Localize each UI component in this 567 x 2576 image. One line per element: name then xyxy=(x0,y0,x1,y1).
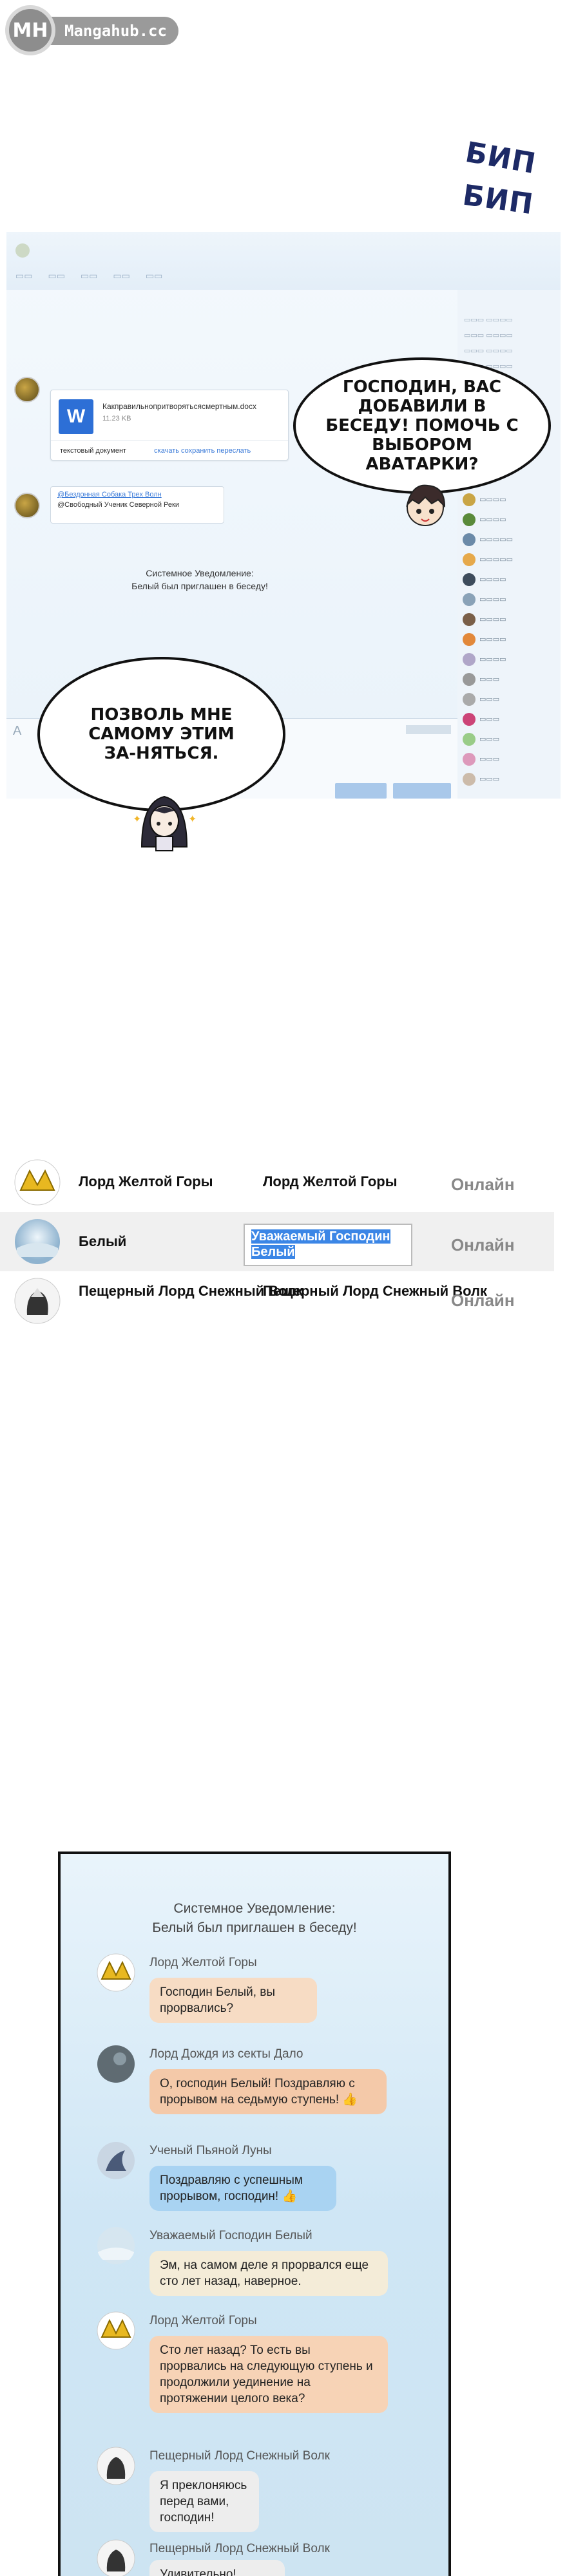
site-name: Mangahub.cc xyxy=(41,17,178,45)
contact-row[interactable]: Белый Уважаемый Господин Белый Онлайн xyxy=(0,1212,554,1271)
sidebar-member: ▭▭▭▭ xyxy=(457,509,561,529)
mention-link[interactable]: @Бездонная Собака Трех Волн xyxy=(57,491,217,498)
file-type: текстовый документ xyxy=(60,447,127,455)
sidebar-member: ▭▭▭▭ xyxy=(457,589,561,609)
file-footer: текстовый документ скачать сохранить пер… xyxy=(51,440,288,460)
sender-avatar xyxy=(14,377,40,402)
message-bubble: Я преклоняюсь перед вами, господин! xyxy=(149,2471,259,2532)
message-author: Лорд Желтой Горы xyxy=(149,1956,257,1969)
sidebar-file: ▭▭▭ ▭▭▭▭ xyxy=(464,347,513,355)
chibi-white-icon: ✦ ✦ xyxy=(133,795,197,851)
system-notice-title: Системное Уведомление: xyxy=(146,568,254,578)
rain-lord-avatar-icon xyxy=(97,2045,135,2083)
system-notice-text: Белый был приглашен в беседу! xyxy=(152,1920,357,1935)
contact-name: Белый xyxy=(79,1233,127,1249)
message-author: Уважаемый Господин Белый xyxy=(149,2229,312,2242)
sidebar-member: ▭▭▭ xyxy=(457,729,561,749)
tab-blurred: ▭▭ xyxy=(113,270,130,281)
sidebar-member: ▭▭▭▭ xyxy=(457,649,561,669)
sidebar-member: ▭▭▭ xyxy=(457,689,561,709)
sidebar-member: ▭▭▭▭ xyxy=(457,489,561,509)
speech-bubble-right: ГОСПОДИН, ВАС ДОБАВИЛИ В БЕСЕДУ! ПОМОЧЬ … xyxy=(293,357,551,494)
contact-avatar-icon xyxy=(15,1219,60,1264)
message-author: Лорд Дождя из секты Дало xyxy=(149,2047,303,2061)
contact-status: Онлайн xyxy=(451,1175,515,1194)
yellow-mountain-avatar-icon xyxy=(97,2311,135,2350)
sidebar-file: ▭▭▭ ▭▭▭▭ xyxy=(464,316,513,324)
tab-blurred: ▭▭ xyxy=(80,270,98,281)
contact-status: Онлайн xyxy=(451,1235,515,1255)
contact-avatar-icon xyxy=(14,1159,61,1206)
tab-blurred: ▭▭ xyxy=(145,270,163,281)
message-bubble: Сто лет назад? То есть вы прорвались на … xyxy=(149,2336,388,2413)
window-logo-icon xyxy=(15,243,30,258)
file-name: Какправильнопритворятьсясмертным.docx xyxy=(102,402,256,411)
svg-text:✦: ✦ xyxy=(133,813,141,825)
chibi-helper-icon xyxy=(406,484,446,526)
file-actions[interactable]: скачать сохранить переслать xyxy=(154,447,251,455)
yellow-mountain-avatar-icon xyxy=(97,1953,135,1992)
watermark: MH Mangahub.cc xyxy=(5,5,218,55)
sidebar-member: ▭▭▭▭ xyxy=(457,569,561,589)
file-message[interactable]: W Какправильнопритворятьсясмертным.docx … xyxy=(50,390,289,460)
contact-avatar-icon xyxy=(14,1278,61,1324)
message-author: Ученый Пьяной Луны xyxy=(149,2144,272,2157)
beep-sfx-1: БИП xyxy=(463,135,539,181)
message-author: Пещерный Лорд Снежный Волк xyxy=(149,2542,330,2555)
message-author: Пещерный Лорд Снежный Волк xyxy=(149,2449,330,2463)
system-notice-title: Системное Уведомление: xyxy=(173,1901,336,1916)
sidebar-member: ▭▭▭▭ xyxy=(457,629,561,649)
beep-sfx-2: БИП xyxy=(460,178,536,222)
nickname-edit-field[interactable]: Уважаемый Господин Белый xyxy=(244,1224,412,1266)
mention-text: @Свободный Ученик Северной Реки xyxy=(57,501,179,509)
message-bubble: Удивительно! Удивительно! xyxy=(149,2560,285,2576)
system-notice: Системное Уведомление: Белый был приглаш… xyxy=(61,1899,448,1938)
file-size: 11.23 KB xyxy=(102,415,131,422)
message-author: Лорд Желтой Горы xyxy=(149,2314,257,2327)
sidebar-file: ▭▭▭ ▭▭▭▭ xyxy=(464,332,513,339)
sidebar-member: ▭▭▭▭ xyxy=(457,609,561,629)
history-link xyxy=(406,725,451,734)
sidebar-member: ▭▭▭ xyxy=(457,669,561,689)
message-bubble: Поздравляю с успешным прорывом, господин… xyxy=(149,2166,336,2211)
message-bubble: Эм, на самом деле я прорвался еще сто ле… xyxy=(149,2251,388,2296)
message-bubble: О, господин Белый! Поздравляю с прорывом… xyxy=(149,2069,387,2114)
window-tabs: ▭▭ ▭▭ ▭▭ ▭▭ ▭▭ xyxy=(15,270,162,281)
sidebar-member: ▭▭▭ xyxy=(457,769,561,789)
sidebar-member: ▭▭▭▭▭ xyxy=(457,529,561,549)
drunk-moon-avatar-icon xyxy=(97,2142,135,2179)
window-header: ▭▭ ▭▭ ▭▭ ▭▭ ▭▭ xyxy=(6,232,561,290)
send-button[interactable] xyxy=(393,783,451,799)
sidebar-member: ▭▭▭ xyxy=(457,709,561,729)
snow-wolf-avatar-icon xyxy=(97,2539,135,2576)
sender-avatar xyxy=(14,493,40,518)
contact-row[interactable]: Пещерный Лорд Снежный Волк Пещерный Лорд… xyxy=(0,1271,554,1331)
tab-blurred: ▭▭ xyxy=(48,270,65,281)
sidebar-member: ▭▭▭▭▭ xyxy=(457,549,561,569)
close-button[interactable] xyxy=(335,783,387,799)
contact-status: Онлайн xyxy=(451,1291,515,1310)
message-bubble: Господин Белый, вы прорвались? xyxy=(149,1978,317,2023)
site-logo: MH xyxy=(5,5,55,55)
system-notice-text: Белый был приглашен в беседу! xyxy=(131,581,268,591)
tab-blurred: ▭▭ xyxy=(15,270,33,281)
snow-wolf-avatar-icon xyxy=(97,2447,135,2485)
svg-text:✦: ✦ xyxy=(188,813,197,825)
contact-name: Лорд Желтой Горы xyxy=(79,1173,213,1189)
system-notice: Системное Уведомление: Белый был приглаш… xyxy=(90,567,309,592)
nickname-selected-text[interactable]: Уважаемый Господин Белый xyxy=(251,1229,390,1259)
contact-row[interactable]: Лорд Желтой Горы Лорд Желтой Горы Онлайн xyxy=(0,1153,554,1212)
word-file-icon: W xyxy=(59,399,93,434)
font-icon: A xyxy=(13,724,22,738)
white-avatar-icon xyxy=(97,2227,135,2264)
mention-message: @Бездонная Собака Трех Волн @Свободный У… xyxy=(50,486,224,524)
sidebar-member: ▭▭▭ xyxy=(457,749,561,769)
contact-nickname: Лорд Желтой Горы xyxy=(263,1173,398,1189)
group-chat-panel: Системное Уведомление: Белый был приглаш… xyxy=(58,1852,451,2576)
